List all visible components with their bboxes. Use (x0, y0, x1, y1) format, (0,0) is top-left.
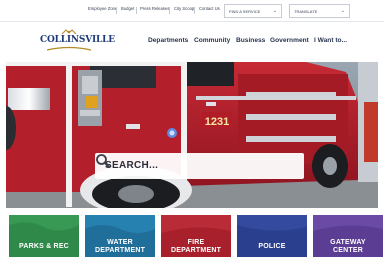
logo-text: COLLINSVILLE (40, 35, 115, 45)
tile-label-line-2: DEPARTMENT (94, 247, 146, 254)
press-releases-link[interactable]: Press Releases (140, 6, 169, 11)
city-scoop-link[interactable]: City Scoop (174, 6, 194, 11)
collinsville-logo[interactable]: COLLINSVILLE (40, 28, 115, 56)
tile-label-line-1: WATER (107, 239, 133, 246)
tile-parks-rec[interactable]: PARKS & REC (9, 215, 79, 257)
tile-gateway-center[interactable]: GATEWAY CENTER (313, 215, 383, 257)
employee-zone-link[interactable]: Employee Zone (88, 6, 117, 11)
logo-swoosh (46, 46, 92, 51)
nav-community[interactable]: Community (194, 37, 230, 44)
divider (116, 7, 117, 14)
search-bar[interactable]: SEARCH... (95, 153, 304, 179)
tile-water-department[interactable]: WATER DEPARTMENT (85, 215, 155, 257)
find-a-service-dropdown[interactable]: FIND A SERVICE ⌄ (224, 4, 282, 18)
nav-business[interactable]: Business (236, 37, 265, 44)
hero-banner: 1231 SEARCH... (6, 62, 378, 208)
tile-label: POLICE (258, 243, 286, 250)
truck-number: 1231 (205, 116, 229, 128)
chevron-down-icon: ⌄ (340, 8, 345, 14)
site-header: COLLINSVILLE Departments Community Busin… (0, 22, 384, 62)
find-a-service-label: FIND A SERVICE (229, 9, 261, 14)
nav-i-want-to[interactable]: I Want to... (314, 37, 347, 44)
tile-label-line-1: GATEWAY (330, 239, 366, 246)
budget-link[interactable]: Budget (121, 6, 134, 11)
search-placeholder: SEARCH... (105, 160, 159, 171)
tile-label-line-2: CENTER (333, 247, 363, 254)
search-icon[interactable] (95, 153, 111, 169)
translate-dropdown[interactable]: TRANSLATE ⌄ (289, 4, 350, 18)
translate-label: TRANSLATE (294, 9, 318, 14)
divider (136, 7, 137, 14)
divider (194, 7, 195, 14)
fire-truck-photo: 1231 (6, 62, 378, 208)
chevron-down-icon: ⌄ (272, 8, 277, 14)
tile-label-line-2: DEPARTMENT (170, 247, 222, 254)
nav-departments[interactable]: Departments (148, 37, 188, 44)
contact-us-link[interactable]: Contact Us (199, 6, 220, 11)
tile-label: PARKS & REC (19, 243, 69, 250)
nav-government[interactable]: Government (270, 37, 309, 44)
quick-link-tiles: PARKS & REC WATER DEPARTMENT FIRE DEPART… (0, 208, 384, 257)
tile-police[interactable]: POLICE (237, 215, 307, 257)
tile-fire-department[interactable]: FIRE DEPARTMENT (161, 215, 231, 257)
utility-bar: Employee Zone Budget Press Releases City… (0, 0, 384, 22)
tile-label-line-1: FIRE (187, 239, 205, 246)
divider (169, 7, 170, 14)
